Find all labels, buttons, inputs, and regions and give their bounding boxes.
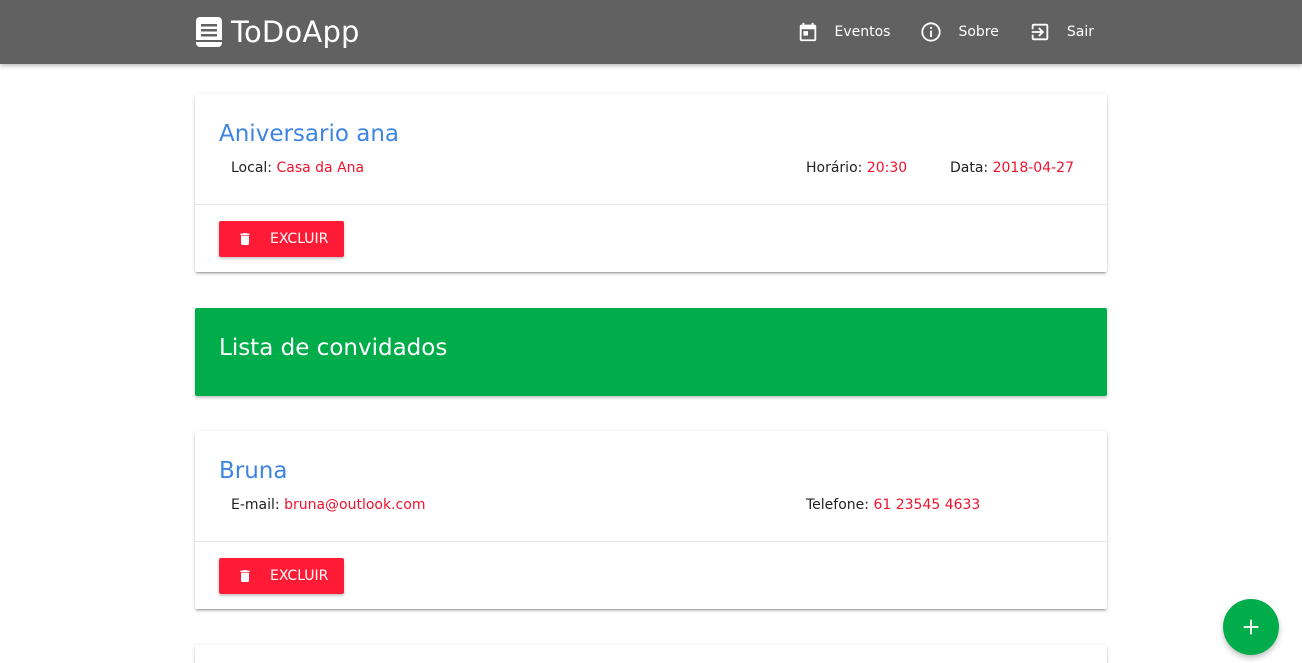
- guest-phone: Telefone: 61 23545 4633: [806, 497, 980, 513]
- nav-link-label: Sair: [1066, 24, 1094, 40]
- delete-guest-label: EXCLUIR: [270, 568, 329, 584]
- guest-name: Bruna: [219, 458, 288, 484]
- brand-logo[interactable]: ToDoApp: [195, 14, 360, 50]
- event-time-label: Horário:: [806, 160, 863, 176]
- guest-card-content: Bruna E-mail: bruna@outlook.com Telefone…: [195, 431, 1107, 541]
- guest-card-actions: EXCLUIR: [195, 541, 1107, 609]
- nav-link-sobre[interactable]: Sobre: [920, 21, 999, 43]
- guest-list-banner: Lista de convidados: [195, 308, 1107, 396]
- guest-phone-label: Telefone:: [806, 497, 869, 513]
- nav-link-label: Eventos: [834, 24, 891, 40]
- guest-email: E-mail: bruna@outlook.com: [231, 497, 425, 513]
- event-time-value: 20:30: [866, 160, 908, 176]
- nav-links: Eventos Sobre Sair: [767, 0, 1094, 64]
- event-card-content: Aniversario ana Local: Casa da Ana Horár…: [195, 94, 1107, 204]
- book-icon: [195, 16, 223, 48]
- add-button[interactable]: [1223, 599, 1279, 655]
- guest-email-label: E-mail:: [231, 497, 280, 513]
- nav-link-eventos[interactable]: Eventos: [797, 21, 891, 43]
- event-date-label: Data:: [950, 160, 989, 176]
- plus-icon: [1243, 619, 1259, 635]
- delete-event-button[interactable]: EXCLUIR: [219, 221, 344, 257]
- brand-title: ToDoApp: [231, 15, 360, 49]
- guest-phone-value: 61 23545 4633: [873, 497, 981, 513]
- nav-link-label: Sobre: [958, 24, 999, 40]
- event-local-value: Casa da Ana: [276, 160, 365, 176]
- event-card-actions: EXCLUIR: [195, 204, 1107, 272]
- exit-icon: [1031, 23, 1049, 41]
- trash-icon: [240, 233, 250, 245]
- guest-card: Bruna E-mail: bruna@outlook.com Telefone…: [195, 431, 1107, 609]
- top-navbar: ToDoApp Eventos Sobre Sair: [0, 0, 1302, 64]
- event-local: Local: Casa da Ana: [231, 160, 364, 176]
- event-local-label: Local:: [231, 160, 273, 176]
- event-date-value: 2018-04-27: [992, 160, 1074, 176]
- guest-email-value: bruna@outlook.com: [284, 497, 426, 513]
- event-title: Aniversario ana: [219, 121, 399, 147]
- info-icon: [921, 22, 942, 42]
- event-date: Data: 2018-04-27: [950, 160, 1074, 176]
- event-card: Aniversario ana Local: Casa da Ana Horár…: [195, 94, 1107, 272]
- calendar-icon: [799, 22, 816, 42]
- event-time: Horário: 20:30: [806, 160, 907, 176]
- guest-list-title: Lista de convidados: [219, 335, 448, 361]
- guest-card-next: [195, 645, 1107, 663]
- nav-link-sair[interactable]: Sair: [1029, 21, 1094, 43]
- delete-guest-button[interactable]: EXCLUIR: [219, 558, 344, 594]
- delete-event-label: EXCLUIR: [270, 231, 329, 247]
- trash-icon: [240, 570, 250, 582]
